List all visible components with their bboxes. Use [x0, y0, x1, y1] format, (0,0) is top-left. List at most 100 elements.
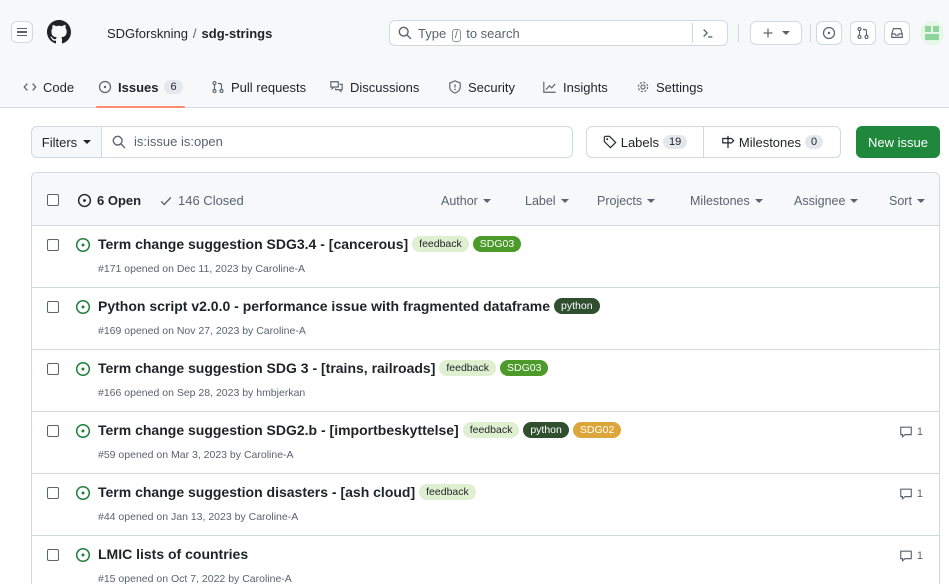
tab-pull-requests[interactable]: Pull requests: [211, 68, 306, 106]
github-logo-icon[interactable]: [47, 20, 71, 44]
graph-icon: [543, 81, 556, 93]
menu-button[interactable]: [11, 21, 33, 43]
inbox-button[interactable]: [884, 21, 910, 45]
issue-row[interactable]: Term change suggestion SDG2.b - [importb…: [32, 412, 939, 474]
open-issues-filter[interactable]: 6 Open: [77, 193, 141, 208]
closed-count-label: 146 Closed: [178, 193, 244, 208]
tab-label: Issues: [118, 79, 159, 95]
tab-label: Pull requests: [231, 79, 307, 95]
chevron-down-icon: [560, 199, 569, 203]
issue-opened-icon: [77, 193, 92, 208]
new-issue-button[interactable]: New issue: [856, 126, 940, 158]
issue-title-line: Term change suggestion SDG 3 - [trains, …: [98, 360, 549, 376]
issue-row[interactable]: LMIC lists of countries #15 opened on Oct…: [32, 536, 939, 584]
issue-title-link[interactable]: LMIC lists of countries: [98, 546, 248, 562]
issue-title-line: Term change suggestion disasters - [ash …: [98, 484, 476, 500]
user-avatar[interactable]: [920, 21, 944, 45]
milestone-icon: [722, 135, 735, 149]
assignee-filter-dropdown[interactable]: Assignee: [794, 194, 859, 208]
issue-title-link[interactable]: Python script v2.0.0 - performance issue…: [98, 298, 550, 314]
issue-meta: #15 opened on Oct 7, 2022 by Caroline-A: [98, 573, 292, 584]
issue-row[interactable]: Term change suggestion SDG 3 - [trains, …: [32, 350, 939, 412]
author-filter-dropdown[interactable]: Author: [441, 194, 491, 208]
sort-dropdown[interactable]: Sort: [889, 194, 925, 208]
issue-title-link[interactable]: Term change suggestion SDG3.4 - [cancero…: [98, 236, 408, 252]
issue-row[interactable]: Term change suggestion SDG3.4 - [cancero…: [32, 226, 939, 288]
header-divider: [810, 24, 811, 42]
issue-label[interactable]: SDG03: [472, 236, 522, 252]
issue-title-link[interactable]: Term change suggestion disasters - [ash …: [98, 484, 415, 500]
comment-icon: [900, 488, 912, 501]
issue-meta: #44 opened on Jan 13, 2023 by Caroline-A: [98, 511, 299, 523]
repo-owner-link[interactable]: SDGforskning: [107, 26, 188, 41]
tab-label: Security: [468, 79, 515, 95]
issue-checkbox[interactable]: [47, 239, 59, 251]
issue-title-link[interactable]: Term change suggestion SDG 3 - [trains, …: [98, 360, 435, 376]
issue-label[interactable]: SDG02: [572, 422, 622, 438]
check-icon: [160, 196, 172, 206]
issue-title-line: Term change suggestion SDG2.b - [importb…: [98, 422, 622, 438]
projects-filter-dropdown[interactable]: Projects: [597, 194, 656, 208]
issue-checkbox[interactable]: [47, 363, 59, 375]
breadcrumb: SDGforskning / sdg-strings: [107, 26, 272, 41]
breadcrumb-separator: /: [192, 26, 197, 41]
issues-count-badge: 6: [164, 80, 183, 94]
milestones-filter-dropdown[interactable]: Milestones: [690, 194, 763, 208]
tab-insights[interactable]: Insights: [542, 68, 608, 106]
issue-comments-link[interactable]: 1: [899, 425, 923, 439]
issue-opened-icon: [75, 485, 91, 501]
pull-requests-shortcut-button[interactable]: [850, 21, 876, 45]
issue-meta: #166 opened on Sep 28, 2023 by hmbjerkan: [98, 387, 306, 399]
issue-label[interactable]: feedback: [419, 484, 476, 500]
header-divider: [738, 24, 739, 42]
chevron-down-icon: [782, 31, 790, 35]
issue-comments-link[interactable]: 1: [899, 549, 923, 563]
select-all-checkbox[interactable]: [47, 194, 59, 206]
issue-label[interactable]: feedback: [412, 236, 469, 252]
filters-dropdown-button[interactable]: Filters: [32, 127, 102, 157]
git-pull-request-icon: [212, 81, 224, 93]
issue-list-header: 6 Open 146 Closed Author Label Projects …: [32, 173, 939, 226]
issue-opened-icon: [98, 80, 112, 94]
issue-title-link[interactable]: Term change suggestion SDG2.b - [importb…: [98, 422, 459, 438]
issue-label[interactable]: python: [523, 422, 569, 438]
comment-icon: [900, 550, 912, 563]
issue-checkbox[interactable]: [47, 549, 59, 561]
tab-code[interactable]: Code: [23, 68, 74, 106]
issue-list: 6 Open 146 Closed Author Label Projects …: [31, 172, 940, 584]
issue-checkbox[interactable]: [47, 301, 59, 313]
issue-opened-icon: [75, 547, 91, 563]
git-pull-request-icon: [857, 27, 869, 39]
search-icon: [398, 26, 412, 40]
issue-label[interactable]: feedback: [462, 422, 520, 438]
issue-comments-link[interactable]: 1: [899, 487, 923, 501]
issue-filter-input[interactable]: is:issue is:open: [112, 134, 223, 149]
label-filter-dropdown[interactable]: Label: [525, 194, 569, 208]
repo-name-link[interactable]: sdg-strings: [202, 26, 273, 41]
tab-issues[interactable]: Issues 6: [96, 68, 185, 108]
labels-button[interactable]: Labels 19: [587, 127, 704, 157]
issues-shortcut-button[interactable]: [816, 21, 842, 45]
issue-row[interactable]: Term change suggestion disasters - [ash …: [32, 474, 939, 536]
milestones-label: Milestones: [738, 134, 801, 150]
create-new-button[interactable]: [750, 21, 802, 45]
issue-checkbox[interactable]: [47, 425, 59, 437]
tab-discussions[interactable]: Discussions: [329, 68, 419, 106]
tab-settings[interactable]: Settings: [636, 68, 703, 106]
command-palette-button[interactable]: [692, 23, 722, 43]
issue-label[interactable]: SDG03: [500, 360, 549, 376]
issue-opened-icon: [75, 299, 91, 315]
issue-row[interactable]: Python script v2.0.0 - performance issue…: [32, 288, 939, 350]
issue-label[interactable]: python: [554, 298, 600, 314]
global-search-input[interactable]: Type / to search: [389, 20, 728, 46]
issue-opened-icon: [75, 361, 91, 377]
milestones-count-badge: 0: [805, 135, 824, 149]
issue-meta: #169 opened on Nov 27, 2023 by Caroline-…: [98, 325, 306, 337]
issue-label[interactable]: feedback: [439, 360, 496, 376]
milestones-button[interactable]: Milestones 0: [704, 127, 840, 157]
issue-checkbox[interactable]: [47, 487, 59, 499]
labels-count-badge: 19: [663, 135, 688, 149]
tab-security[interactable]: Security: [448, 68, 515, 106]
closed-issues-filter[interactable]: 146 Closed: [159, 193, 244, 208]
tab-label: Code: [43, 79, 75, 95]
